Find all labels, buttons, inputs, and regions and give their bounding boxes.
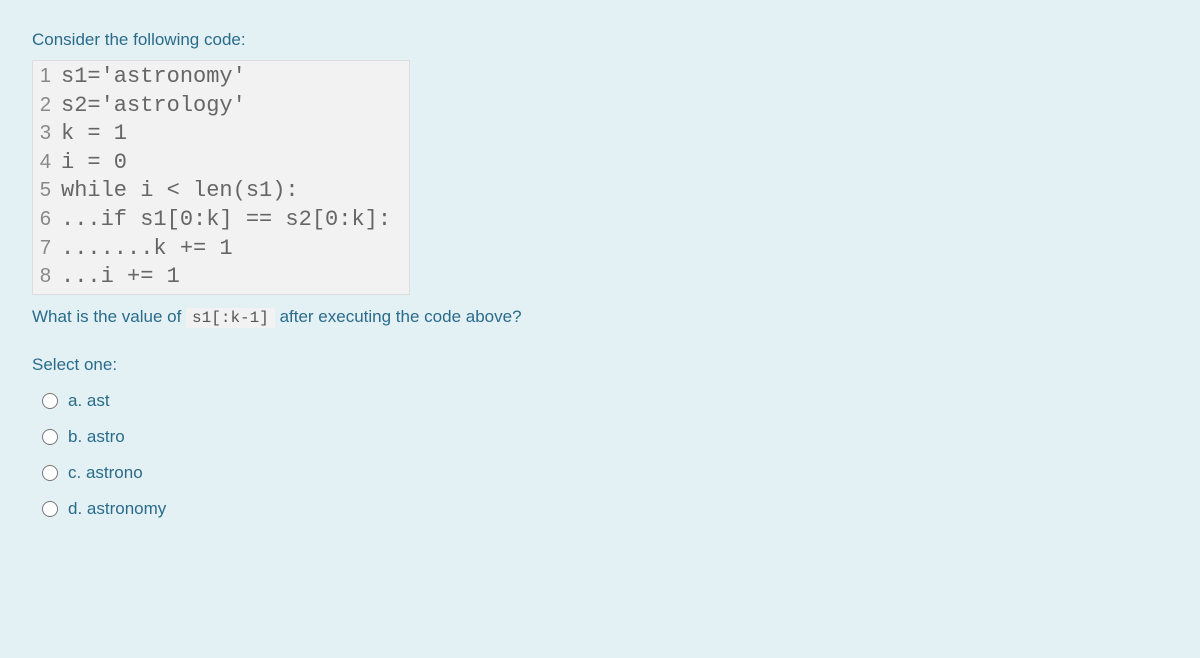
code-text: .......k += 1: [61, 235, 251, 264]
code-text: k = 1: [61, 120, 145, 149]
line-number: 2: [33, 92, 61, 118]
option-d[interactable]: d. astronomy: [42, 491, 1168, 527]
question-text: What is the value of s1[:k-1] after exec…: [32, 307, 1168, 327]
option-a[interactable]: a. ast: [42, 383, 1168, 419]
code-line: 6 ...if s1[0:k] == s2[0:k]:: [33, 206, 409, 235]
code-text: ...if s1[0:k] == s2[0:k]:: [61, 206, 409, 235]
code-line: 8 ...i += 1: [33, 263, 409, 292]
line-number: 8: [33, 263, 61, 289]
option-label: a. ast: [68, 391, 110, 411]
line-number: 3: [33, 120, 61, 146]
code-line: 7 .......k += 1: [33, 235, 409, 264]
question-post: after executing the code above?: [275, 307, 522, 326]
intro-text: Consider the following code:: [32, 30, 1168, 50]
question-pre: What is the value of: [32, 307, 186, 326]
code-text: i = 0: [61, 149, 145, 178]
option-label: d. astronomy: [68, 499, 166, 519]
code-line: 4 i = 0: [33, 149, 409, 178]
line-number: 6: [33, 206, 61, 232]
radio-b[interactable]: [42, 429, 58, 445]
code-line: 3 k = 1: [33, 120, 409, 149]
radio-c[interactable]: [42, 465, 58, 481]
inline-code: s1[:k-1]: [186, 308, 275, 328]
code-line: 1 s1='astronomy': [33, 63, 409, 92]
line-number: 7: [33, 235, 61, 261]
question-card: Consider the following code: 1 s1='astro…: [14, 10, 1186, 557]
radio-a[interactable]: [42, 393, 58, 409]
code-text: ...i += 1: [61, 263, 198, 292]
option-b[interactable]: b. astro: [42, 419, 1168, 455]
code-line: 5 while i < len(s1):: [33, 177, 409, 206]
code-block: 1 s1='astronomy' 2 s2='astrology' 3 k = …: [32, 60, 410, 295]
option-label: b. astro: [68, 427, 125, 447]
line-number: 4: [33, 149, 61, 175]
line-number: 5: [33, 177, 61, 203]
option-c[interactable]: c. astrono: [42, 455, 1168, 491]
code-line: 2 s2='astrology': [33, 92, 409, 121]
code-text: s1='astronomy': [61, 63, 264, 92]
select-one-label: Select one:: [32, 355, 1168, 375]
option-label: c. astrono: [68, 463, 143, 483]
options-group: a. ast b. astro c. astrono d. astronomy: [42, 383, 1168, 527]
line-number: 1: [33, 63, 61, 89]
code-text: s2='astrology': [61, 92, 264, 121]
code-text: while i < len(s1):: [61, 177, 317, 206]
radio-d[interactable]: [42, 501, 58, 517]
